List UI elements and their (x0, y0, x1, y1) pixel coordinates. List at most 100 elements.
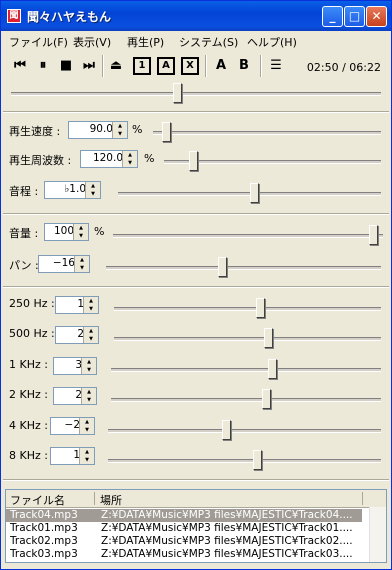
spin-up-icon[interactable]: ▲ (84, 327, 98, 335)
pan-slider-thumb[interactable] (217, 257, 227, 277)
menu-system[interactable]: システム(S) (179, 34, 238, 50)
next-icon[interactable]: ⏭ (80, 57, 98, 75)
volume-spinbox[interactable]: ▲▼ (44, 223, 89, 241)
playlist-icon[interactable]: ☰ (267, 57, 285, 75)
column-divider[interactable] (362, 492, 363, 505)
eq-1k-slider-thumb[interactable] (267, 359, 277, 379)
eq-2k-input[interactable] (56, 389, 82, 401)
speed-slider-thumb[interactable] (161, 122, 171, 142)
speed-input[interactable] (71, 123, 113, 135)
spin-down-icon[interactable]: ▼ (75, 264, 89, 272)
spin-up-icon[interactable]: ▲ (82, 358, 96, 366)
spin-up-icon[interactable]: ▲ (113, 122, 127, 130)
ab-repeat-a-icon[interactable]: A (212, 57, 230, 75)
volume-slider-thumb[interactable] (369, 225, 378, 245)
spin-up-icon[interactable]: ▲ (84, 297, 98, 305)
spin-up-icon[interactable]: ▲ (82, 388, 96, 396)
random-icon[interactable]: X (181, 57, 199, 75)
title-bar[interactable]: 聞 聞々ハヤえもん _ □ ✕ (1, 1, 391, 31)
playlist-row[interactable]: Track02.mp3 Z:¥DATA¥Music¥MP3 files¥MAJE… (6, 535, 362, 548)
spin-down-icon[interactable]: ▼ (84, 335, 98, 343)
eq-1k-spinbox[interactable]: ▲▼ (53, 357, 97, 375)
playlist-scrollbar[interactable] (369, 507, 386, 562)
spin-up-icon[interactable]: ▲ (74, 224, 88, 232)
spin-down-icon[interactable]: ▼ (84, 305, 98, 313)
spin-down-icon[interactable]: ▼ (80, 426, 94, 434)
eq-250-input[interactable] (58, 298, 84, 310)
spin-up-icon[interactable]: ▲ (86, 182, 100, 190)
column-filename[interactable]: ファイル名 (10, 492, 65, 508)
pitch-spinbox[interactable]: ▲▼ (44, 181, 101, 199)
column-divider[interactable] (94, 492, 95, 505)
spin-down-icon[interactable]: ▼ (82, 366, 96, 374)
stop-icon[interactable]: ■ (57, 57, 75, 75)
speed-spinbox[interactable]: ▲▼ (68, 121, 128, 139)
eq-500-spinbox[interactable]: ▲▼ (55, 326, 99, 344)
eq-8k-slider-thumb[interactable] (253, 450, 263, 470)
spin-down-icon[interactable]: ▼ (86, 190, 100, 198)
column-location[interactable]: 場所 (100, 492, 122, 508)
app-icon[interactable]: 聞 (7, 9, 21, 23)
pan-track[interactable] (106, 266, 381, 270)
speed-track[interactable] (153, 131, 381, 135)
position-slider-thumb[interactable] (173, 83, 183, 103)
repeat-all-icon[interactable]: A (157, 57, 175, 75)
spin-arrows[interactable]: ▲ ▼ (79, 448, 94, 464)
maximize-button[interactable]: □ (344, 6, 365, 27)
playlist[interactable]: ファイル名 場所 Track04.mp3 Z:¥DATA¥Music¥MP3 f… (5, 489, 387, 563)
minimize-button[interactable]: _ (322, 6, 343, 27)
eq-4k-track[interactable] (108, 429, 381, 433)
eq-8k-track[interactable] (108, 459, 381, 463)
spin-arrows[interactable]: ▲ ▼ (81, 358, 96, 374)
close-button[interactable]: ✕ (366, 6, 387, 27)
pan-input[interactable] (41, 257, 75, 269)
eq-500-slider-thumb[interactable] (263, 328, 273, 348)
repeat-one-icon[interactable]: 1 (133, 57, 151, 75)
spin-arrows[interactable]: ▲ ▼ (74, 256, 89, 272)
menu-play[interactable]: 再生(P) (127, 34, 164, 50)
spin-down-icon[interactable]: ▼ (123, 159, 137, 167)
spin-up-icon[interactable]: ▲ (123, 151, 137, 159)
playlist-row[interactable]: Track01.mp3 Z:¥DATA¥Music¥MP3 files¥MAJE… (6, 522, 362, 535)
spin-up-icon[interactable]: ▲ (80, 448, 94, 456)
spin-arrows[interactable]: ▲ ▼ (81, 388, 96, 404)
eq-2k-slider-thumb[interactable] (262, 389, 272, 409)
spin-up-icon[interactable]: ▲ (75, 256, 89, 264)
volume-track[interactable] (113, 234, 383, 238)
spin-up-icon[interactable]: ▲ (80, 418, 94, 426)
eq-250-spinbox[interactable]: ▲▼ (55, 296, 99, 314)
pan-spinbox[interactable]: ▲▼ (38, 255, 90, 273)
spin-arrows[interactable]: ▲ ▼ (79, 418, 94, 434)
previous-icon[interactable]: ⏮ (11, 57, 29, 75)
eq-250-track[interactable] (114, 307, 381, 311)
position-track[interactable] (11, 92, 381, 96)
spin-arrows[interactable]: ▲ ▼ (83, 327, 98, 343)
spin-arrows[interactable]: ▲ ▼ (112, 122, 127, 138)
spin-down-icon[interactable]: ▼ (82, 396, 96, 404)
spin-down-icon[interactable]: ▼ (113, 130, 127, 138)
volume-input[interactable] (47, 225, 74, 237)
pitch-slider-thumb[interactable] (250, 183, 260, 203)
frequency-spinbox[interactable]: ▲▼ (80, 150, 138, 168)
eq-250-slider-thumb[interactable] (255, 298, 265, 318)
spin-arrows[interactable]: ▲ ▼ (122, 151, 137, 167)
spin-down-icon[interactable]: ▼ (80, 456, 94, 464)
eject-icon[interactable]: ⏏ (107, 57, 125, 75)
spin-down-icon[interactable]: ▼ (74, 232, 88, 240)
menu-help[interactable]: ヘルプ(H) (247, 34, 297, 50)
playlist-row[interactable]: Track03.mp3 Z:¥DATA¥Music¥MP3 files¥MAJE… (6, 548, 362, 561)
frequency-input[interactable] (83, 152, 123, 164)
ab-repeat-b-icon[interactable]: B (235, 57, 253, 75)
eq-2k-track[interactable] (111, 398, 381, 402)
eq-500-track[interactable] (114, 337, 381, 341)
eq-1k-track[interactable] (111, 368, 381, 372)
spin-arrows[interactable]: ▲ ▼ (73, 224, 88, 240)
eq-2k-spinbox[interactable]: ▲▼ (53, 387, 97, 405)
eq-4k-input[interactable] (53, 419, 80, 431)
spin-arrows[interactable]: ▲ ▼ (85, 182, 100, 198)
pause-icon[interactable]: ⏸ (34, 57, 52, 75)
frequency-slider-thumb[interactable] (188, 151, 198, 171)
eq-500-input[interactable] (58, 328, 84, 340)
menu-file[interactable]: ファイル(F) (9, 34, 68, 50)
pitch-input[interactable] (47, 183, 86, 195)
